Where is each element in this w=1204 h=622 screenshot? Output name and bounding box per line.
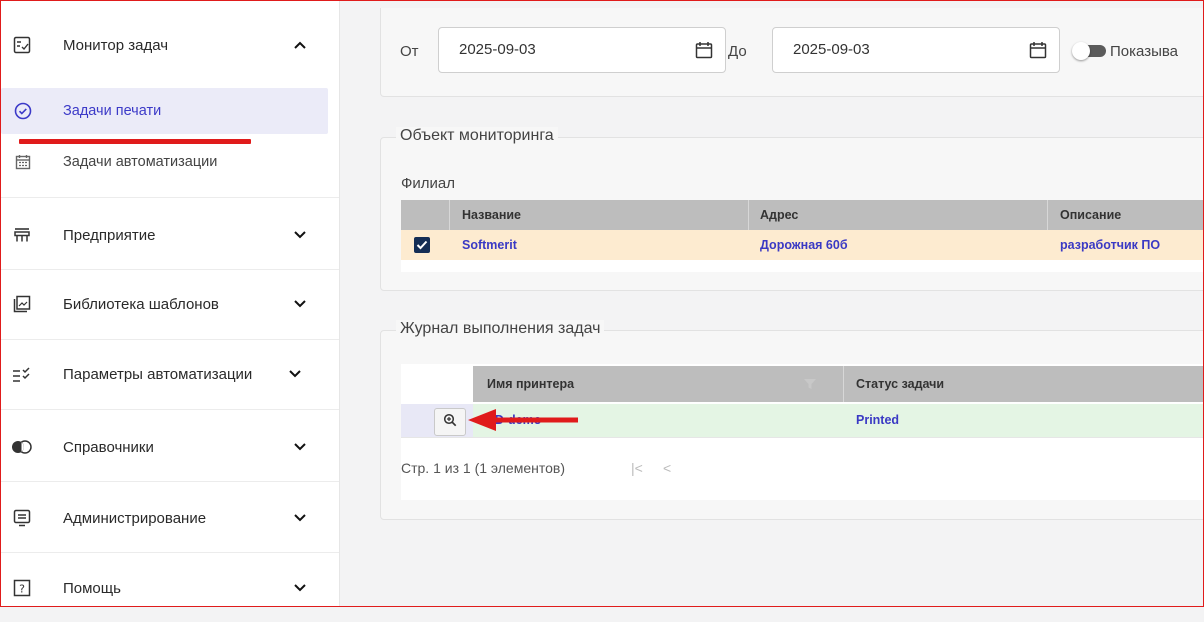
nav-section-label: Монитор задач bbox=[63, 36, 169, 54]
template-library-icon bbox=[11, 293, 33, 315]
calendar-icon[interactable] bbox=[1029, 41, 1049, 61]
help-icon: ? bbox=[11, 577, 33, 599]
date-to-input[interactable]: 2025-09-03 bbox=[772, 27, 1060, 73]
check-circle-icon bbox=[13, 101, 33, 121]
branch-label: Филиал bbox=[401, 175, 456, 192]
pager-prev-button[interactable]: < bbox=[663, 460, 671, 476]
divider bbox=[1, 552, 339, 553]
date-from-value: 2025-09-03 bbox=[459, 41, 536, 58]
details-zoom-button[interactable] bbox=[434, 408, 466, 436]
column-header-description[interactable]: Описание bbox=[1060, 200, 1121, 230]
column-header-address[interactable]: Адрес bbox=[760, 200, 798, 230]
column-divider bbox=[748, 200, 749, 230]
date-to-label: До bbox=[728, 43, 747, 60]
cell-description: разработчик ПО bbox=[1060, 238, 1161, 252]
pager-first-button[interactable]: |< bbox=[631, 460, 643, 476]
automation-params-icon bbox=[11, 363, 33, 385]
chevron-down-icon bbox=[288, 367, 302, 381]
date-from-input[interactable]: 2025-09-03 bbox=[438, 27, 726, 73]
date-from-label: От bbox=[400, 43, 419, 60]
cell-task-status: Printed bbox=[856, 413, 900, 427]
divider bbox=[1, 481, 339, 482]
enterprise-icon bbox=[11, 224, 33, 246]
cell-name: Softmerit bbox=[462, 238, 517, 252]
sidebar-item-automation-tasks[interactable]: Задачи автоматизации bbox=[1, 139, 339, 185]
nav-section-label: Справочники bbox=[63, 438, 154, 456]
toggle-knob bbox=[1072, 42, 1090, 60]
nav-section-task-monitor[interactable]: Монитор задач bbox=[1, 11, 339, 79]
sidebar: Монитор задач Задачи печати Задачи автом… bbox=[1, 1, 340, 606]
administration-icon bbox=[11, 507, 33, 529]
nav-section-automation-params[interactable]: Параметры автоматизации bbox=[1, 340, 339, 408]
row-checkbox[interactable] bbox=[414, 237, 430, 253]
red-arrow-annotation bbox=[468, 409, 578, 431]
branch-table: Название Адрес Описание Softmerit Дорожн… bbox=[401, 200, 1204, 272]
toggle-label: Показыва bbox=[1110, 43, 1178, 60]
nav-section-label: Помощь bbox=[63, 579, 121, 597]
sidebar-item-print-tasks[interactable]: Задачи печати bbox=[1, 88, 328, 134]
pager-info: Стр. 1 из 1 (1 элементов) bbox=[401, 460, 565, 476]
monitor-tasks-icon bbox=[11, 34, 33, 56]
sidebar-item-label: Задачи печати bbox=[63, 103, 162, 119]
nav-section-label: Библиотека шаблонов bbox=[63, 295, 219, 313]
chevron-up-icon bbox=[293, 38, 307, 52]
table-header: Имя принтера Статус задачи bbox=[473, 366, 1204, 402]
table-row[interactable]: Softmerit Дорожная 60б разработчик ПО bbox=[401, 230, 1204, 260]
nav-section-enterprise[interactable]: Предприятие bbox=[1, 201, 339, 269]
pager: Стр. 1 из 1 (1 элементов) |< < bbox=[401, 437, 1204, 500]
column-header-printer-name[interactable]: Имя принтера bbox=[487, 366, 574, 402]
sidebar-item-label: Задачи автоматизации bbox=[63, 154, 218, 170]
chevron-down-icon bbox=[293, 511, 307, 525]
calendar-icon[interactable] bbox=[695, 41, 715, 61]
nav-section-label: Параметры автоматизации bbox=[63, 365, 253, 383]
divider bbox=[1, 197, 339, 198]
reference-books-icon bbox=[11, 436, 33, 458]
column-divider bbox=[843, 366, 844, 402]
nav-section-label: Администрирование bbox=[63, 509, 207, 527]
table-header: Название Адрес Описание bbox=[401, 200, 1204, 230]
filter-icon[interactable] bbox=[803, 377, 817, 395]
divider bbox=[1, 409, 339, 410]
nav-section-template-library[interactable]: Библиотека шаблонов bbox=[1, 270, 339, 338]
date-to-value: 2025-09-03 bbox=[793, 41, 870, 58]
nav-section-help[interactable]: ? Помощь bbox=[1, 554, 339, 622]
chevron-down-icon bbox=[293, 440, 307, 454]
column-divider bbox=[1047, 200, 1048, 230]
column-divider bbox=[449, 200, 450, 230]
chevron-down-icon bbox=[293, 581, 307, 595]
show-toggle[interactable] bbox=[1072, 42, 1106, 60]
column-header-task-status[interactable]: Статус задачи bbox=[856, 366, 944, 402]
column-header-name[interactable]: Название bbox=[462, 200, 521, 230]
calendar-icon bbox=[13, 152, 33, 172]
chevron-down-icon bbox=[293, 297, 307, 311]
svg-text:?: ? bbox=[19, 583, 25, 596]
nav-section-reference-books[interactable]: Справочники bbox=[1, 413, 339, 481]
nav-section-administration[interactable]: Администрирование bbox=[1, 484, 339, 552]
cell-address: Дорожная 60б bbox=[760, 238, 848, 252]
chevron-down-icon bbox=[293, 228, 307, 242]
zoom-in-icon bbox=[443, 413, 457, 432]
monitor-object-legend: Объект мониторинга bbox=[396, 127, 558, 145]
task-journal-legend: Журнал выполнения задач bbox=[396, 320, 605, 338]
nav-section-label: Предприятие bbox=[63, 226, 156, 244]
